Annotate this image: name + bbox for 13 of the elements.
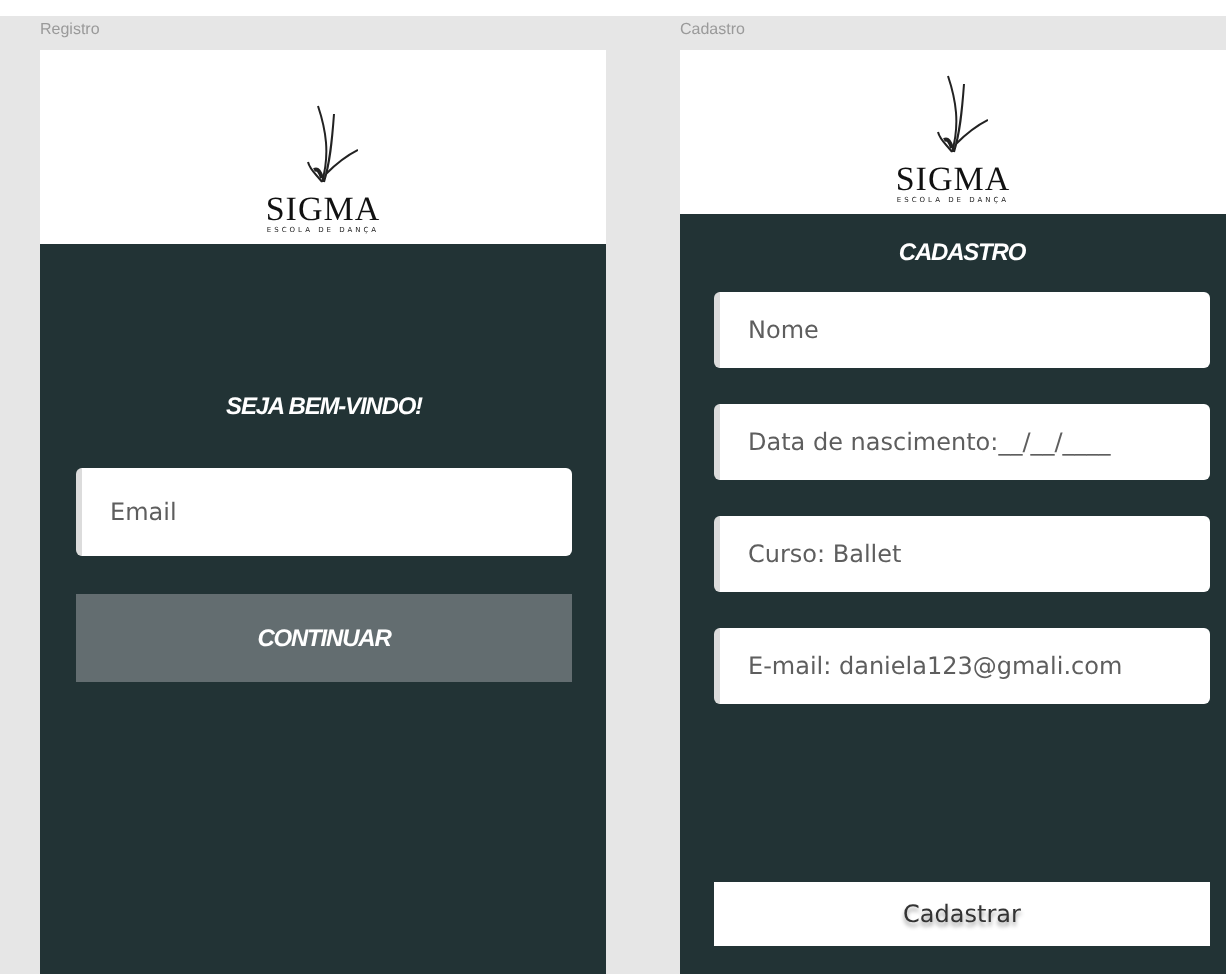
logo-name: SIGMA [265, 194, 381, 226]
logo-name: SIGMA [895, 164, 1011, 196]
input-field[interactable]: Data de nascimento:__/__/____ [714, 404, 1210, 480]
continue-button[interactable]: CONTINUAR [76, 594, 572, 682]
input-field[interactable]: E-mail: daniela123@gmali.com [714, 628, 1210, 704]
screen-title: CADASTRO [896, 238, 1028, 266]
submit-button[interactable]: Cadastrar [714, 882, 1210, 946]
input-field[interactable]: Nome [714, 292, 1210, 368]
input-field[interactable]: Curso: Ballet [714, 516, 1210, 592]
artboard-label: Cadastro [680, 18, 747, 42]
input-field[interactable]: Email [76, 468, 572, 556]
screen-title: SEJA BEM-VINDO! [224, 392, 425, 420]
artboard-label: Registro [40, 18, 102, 42]
